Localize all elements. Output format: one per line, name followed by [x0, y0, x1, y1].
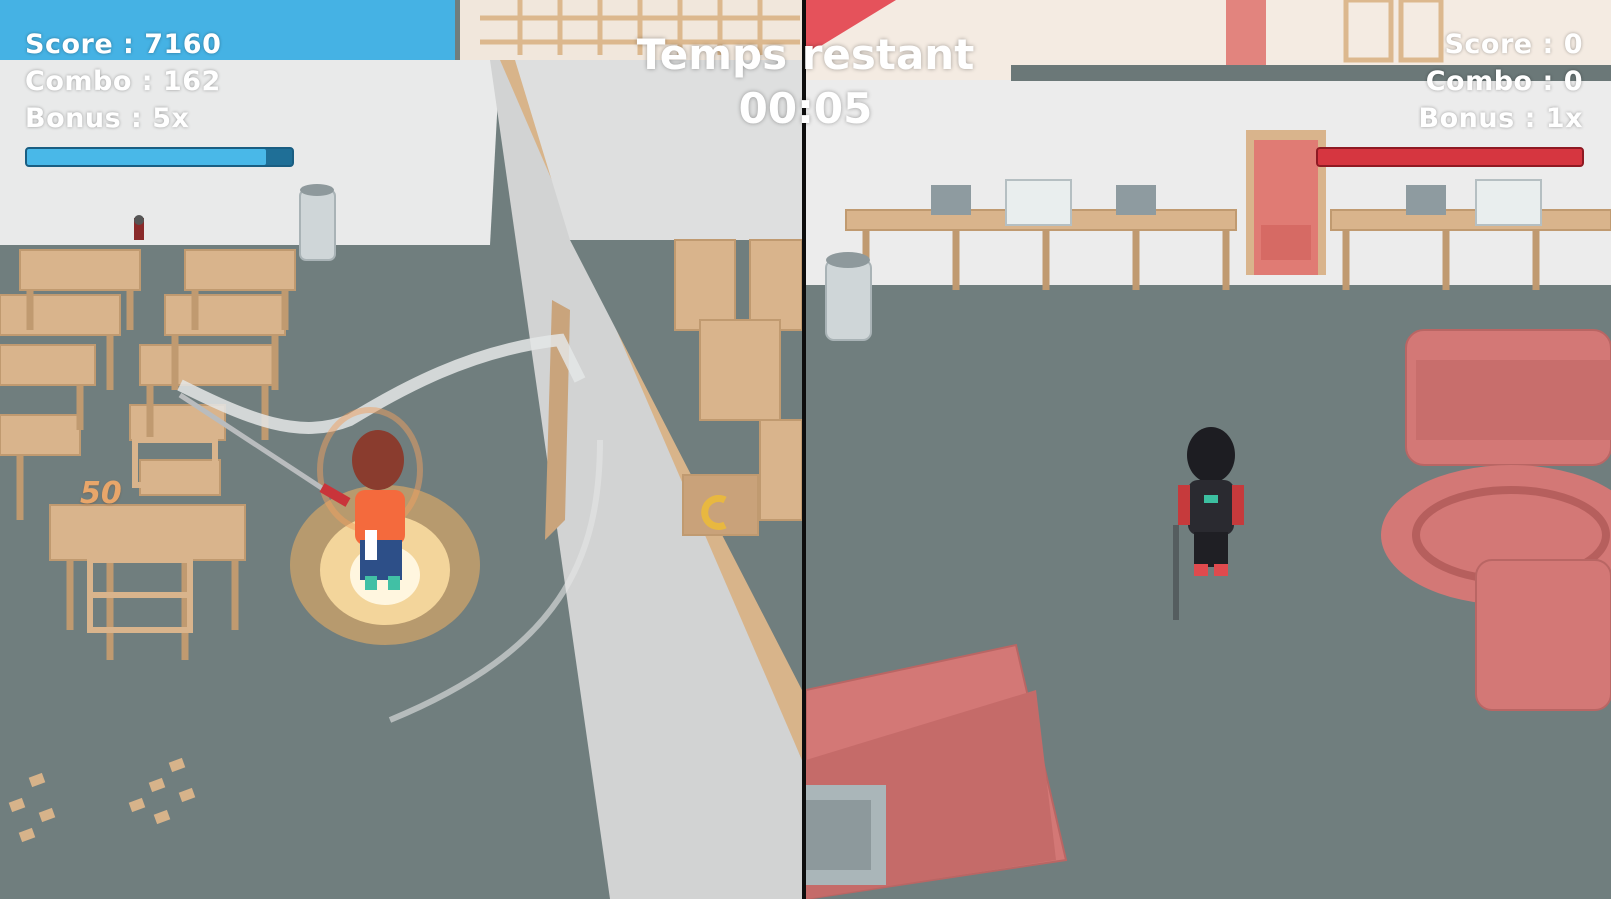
timer-value: 00:05	[738, 84, 873, 133]
player2-power-bar	[1316, 147, 1584, 167]
cabinet	[806, 785, 886, 885]
timer-label: Temps restant	[636, 30, 975, 79]
trash-bin	[825, 252, 872, 341]
enemy-figure	[134, 215, 144, 240]
door	[1246, 130, 1326, 275]
player1-power-bar	[25, 147, 294, 167]
player2-power-bar-fill	[1318, 149, 1582, 165]
time-remaining: Temps restant 00:05	[0, 28, 1611, 136]
floating-score-label: 50	[80, 476, 122, 511]
trash-bin	[299, 184, 336, 261]
player1-power-bar-fill	[27, 149, 266, 165]
